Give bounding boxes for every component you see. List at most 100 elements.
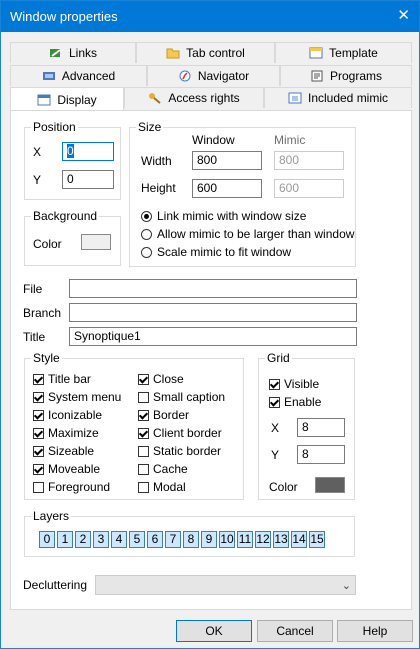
width-window-input[interactable]: 800 — [192, 151, 262, 170]
layer-button[interactable]: 10 — [219, 531, 235, 548]
grid-visible-checkbox[interactable]: Visible — [269, 377, 319, 391]
link-mimic-radio[interactable]: Link mimic with window size — [141, 209, 306, 223]
checkbox-box — [33, 481, 44, 493]
tab-tab-control[interactable]: Tab control — [136, 42, 275, 63]
tab-display[interactable]: Display — [10, 87, 124, 111]
layer-button[interactable]: 14 — [291, 531, 307, 548]
grid-enable-checkbox[interactable]: Enable — [269, 395, 321, 409]
cancel-button[interactable]: Cancel — [257, 620, 333, 642]
checkbox-label: Iconizable — [48, 408, 103, 422]
allow-larger-radio[interactable]: Allow mimic to be larger than window — [141, 227, 354, 241]
style-group: Style Title bar System menu Iconizable Maxi… — [24, 351, 244, 500]
style-checkbox[interactable]: Close — [138, 372, 184, 386]
layer-button[interactable]: 7 — [165, 531, 181, 548]
tab-label: Programs — [329, 69, 382, 83]
layer-button[interactable]: 3 — [93, 531, 109, 548]
tab-label: Advanced — [61, 69, 116, 83]
title-input[interactable]: Synoptique1 — [69, 327, 357, 346]
tab-template[interactable]: Template — [275, 42, 412, 63]
checkbox-box — [138, 445, 149, 457]
height-label: Height — [141, 181, 176, 195]
style-checkbox[interactable]: Small caption — [138, 390, 225, 404]
checkbox-box — [33, 409, 44, 421]
layer-button[interactable]: 6 — [147, 531, 163, 548]
tab-navigator[interactable]: Navigator — [147, 65, 280, 86]
background-group: Background Color — [24, 209, 121, 266]
file-input[interactable] — [69, 279, 357, 298]
links-icon — [49, 47, 63, 59]
checkbox-label: Enable — [284, 395, 322, 409]
layer-button[interactable]: 12 — [255, 531, 271, 548]
tab-label: Access rights — [168, 91, 240, 105]
grid-color-swatch[interactable] — [315, 477, 345, 493]
size-group: Size Window Mimic Width 800 800 Height 6… — [129, 120, 356, 267]
close-icon[interactable]: ✕ — [397, 7, 410, 25]
layer-button[interactable]: 1 — [57, 531, 73, 548]
checkbox-label: Client border — [153, 426, 222, 440]
tab-label: Display — [57, 92, 97, 107]
layer-button[interactable]: 4 — [111, 531, 127, 548]
size-window-header: Window — [192, 133, 235, 147]
tab-label: Navigator — [197, 69, 250, 83]
layer-button[interactable]: 11 — [237, 531, 253, 548]
layers-group: Layers 0 1 2 3 4 5 6 7 8 9 10 11 12 13 14 15 — [24, 509, 355, 557]
checkbox-label: Moveable — [48, 462, 101, 476]
display-icon — [37, 94, 51, 106]
position-group: Position X 0 Y 0 — [24, 120, 121, 200]
tab-programs[interactable]: Programs — [280, 65, 412, 86]
checkbox-label: Sizeable — [48, 444, 95, 458]
grid-x-input[interactable]: 8 — [297, 418, 345, 437]
tab-links[interactable]: Links — [10, 42, 136, 63]
layer-button[interactable]: 5 — [129, 531, 145, 548]
branch-input[interactable] — [69, 303, 357, 322]
style-checkbox[interactable]: Border — [138, 408, 189, 422]
grid-y-input[interactable]: 8 — [297, 445, 345, 464]
decluttering-label: Decluttering — [23, 578, 88, 592]
decluttering-select[interactable]: ⌄ — [95, 575, 356, 595]
position-x-input[interactable]: 0 — [62, 142, 114, 161]
checkbox-box — [138, 391, 149, 403]
layer-button[interactable]: 13 — [273, 531, 289, 548]
style-checkbox[interactable]: Title bar — [33, 372, 91, 386]
checkbox-box — [138, 427, 149, 439]
position-y-label: Y — [33, 173, 42, 187]
tab-access-rights[interactable]: Access rights — [124, 87, 264, 108]
position-y-input[interactable]: 0 — [62, 170, 114, 189]
chevron-down-icon: ⌄ — [341, 580, 351, 592]
checkbox-label: Modal — [153, 480, 186, 494]
template-icon — [309, 47, 323, 59]
scale-to-fit-radio[interactable]: Scale mimic to fit window — [141, 245, 291, 259]
height-window-input[interactable]: 600 — [192, 179, 262, 198]
layer-button[interactable]: 8 — [183, 531, 199, 548]
grid-legend: Grid — [265, 351, 292, 365]
style-checkbox[interactable]: Client border — [138, 426, 222, 440]
checkbox-box — [33, 391, 44, 403]
checkbox-label: Title bar — [48, 372, 91, 386]
style-legend: Style — [31, 351, 62, 365]
width-mimic-input: 800 — [274, 151, 344, 170]
checkbox-label: System menu — [48, 390, 122, 404]
style-checkbox[interactable]: Sizeable — [33, 444, 94, 458]
style-checkbox[interactable]: Maximize — [33, 426, 99, 440]
style-checkbox[interactable]: Moveable — [33, 462, 100, 476]
style-checkbox[interactable]: Foreground — [33, 480, 110, 494]
style-checkbox[interactable]: Iconizable — [33, 408, 102, 422]
style-checkbox[interactable]: Modal — [138, 480, 186, 494]
style-checkbox[interactable]: System menu — [33, 390, 121, 404]
checkbox-label: Border — [153, 408, 190, 422]
style-checkbox[interactable]: Cache — [138, 462, 188, 476]
help-button[interactable]: Help — [337, 620, 413, 642]
layer-button[interactable]: 9 — [201, 531, 217, 548]
tab-included-mimic[interactable]: Included mimic — [264, 87, 412, 108]
checkbox-label: Small caption — [153, 390, 226, 404]
ok-button[interactable]: OK — [176, 620, 252, 642]
layer-button[interactable]: 2 — [75, 531, 91, 548]
checkbox-box — [138, 373, 149, 385]
layer-button[interactable]: 0 — [39, 531, 55, 548]
tab-advanced[interactable]: Advanced — [10, 65, 147, 86]
style-checkbox[interactable]: Static border — [138, 444, 221, 458]
radio-dot — [141, 210, 152, 222]
window-properties-dialog: Window properties ✕ Links Tab control Te… — [0, 0, 420, 649]
layer-button[interactable]: 15 — [309, 531, 325, 548]
background-color-swatch[interactable] — [81, 234, 111, 250]
